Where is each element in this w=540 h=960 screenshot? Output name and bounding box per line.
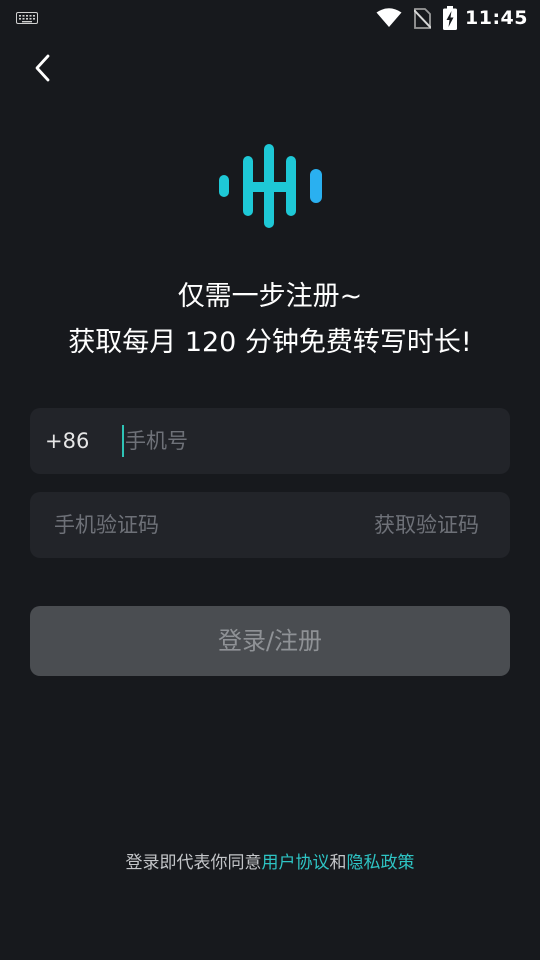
headline-line-1: 仅需一步注册~ — [177, 281, 363, 312]
user-agreement-link[interactable]: 用户协议 — [262, 853, 330, 873]
clock: 11:45 — [465, 7, 528, 29]
phone-number-input[interactable] — [125, 408, 485, 474]
agreement-text: 登录即代表你同意用户协议和隐私政策 — [0, 850, 540, 876]
no-sim-icon — [414, 7, 432, 29]
chevron-left-icon — [35, 54, 50, 82]
verification-code-input[interactable] — [54, 492, 354, 558]
back-button[interactable] — [22, 48, 62, 88]
text-cursor — [122, 425, 124, 457]
privacy-policy-link[interactable]: 隐私政策 — [347, 853, 415, 873]
audio-waveform-logo — [219, 144, 322, 228]
battery-charging-icon — [443, 6, 458, 30]
keyboard-icon — [16, 12, 38, 24]
status-icons: 11:45 — [376, 0, 528, 36]
verification-code-field: 获取验证码 — [30, 492, 510, 558]
get-code-button[interactable]: 获取验证码 — [374, 492, 479, 558]
wifi-icon — [376, 8, 402, 27]
headline-line-2: 获取每月 120 分钟免费转写时长! — [68, 327, 472, 358]
phone-field: +86 — [30, 408, 510, 474]
login-register-button[interactable]: 登录/注册 — [30, 606, 510, 676]
agreement-conjunction: 和 — [329, 853, 347, 873]
status-bar: 11:45 — [0, 0, 540, 36]
headline: 仅需一步注册~ 获取每月 120 分钟免费转写时长! — [0, 274, 540, 366]
agreement-prefix: 登录即代表你同意 — [125, 853, 262, 873]
country-code-selector[interactable]: +86 — [45, 408, 89, 474]
